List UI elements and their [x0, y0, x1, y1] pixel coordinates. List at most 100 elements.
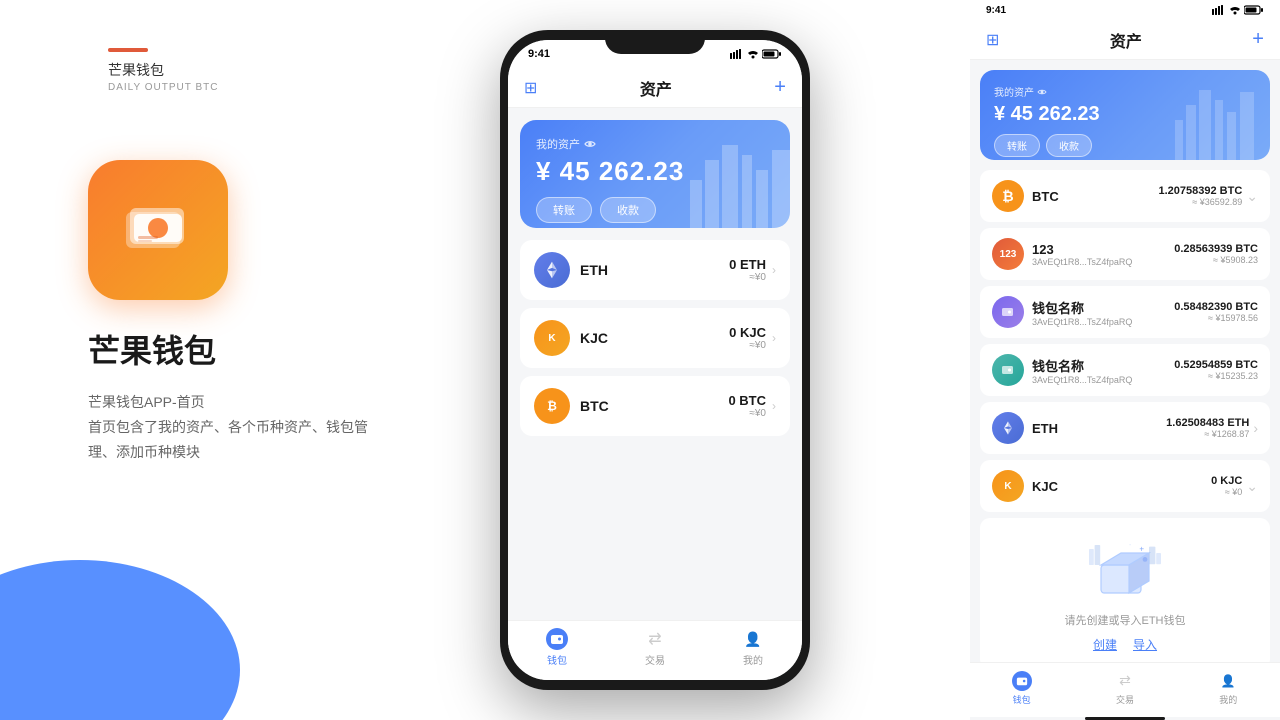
- blue-decoration: [0, 560, 240, 720]
- right-status-time: 9:41: [986, 5, 1006, 16]
- right-kjc-approx: ≈ ¥0: [1211, 487, 1242, 497]
- right-kjc-amount: 0 KJC: [1211, 475, 1242, 487]
- left-panel: 芒果钱包 DAILY OUTPUT BTC 芒果钱包 芒果钱包APP-首页 首页…: [0, 0, 540, 720]
- nav-transaction-label: 交易: [645, 652, 665, 667]
- kjc-icon: K: [534, 320, 570, 356]
- app-desc-line1: 芒果钱包APP-首页: [88, 390, 368, 415]
- status-icons: [730, 49, 782, 59]
- right-transfer-button[interactable]: 转账: [994, 134, 1040, 157]
- import-wallet-link[interactable]: 导入: [1133, 636, 1157, 653]
- right-wallet-nav-icon: [1012, 671, 1032, 691]
- svg-text:·: ·: [1129, 542, 1131, 549]
- nav-item-profile[interactable]: 👤 我的: [742, 628, 764, 667]
- brand-title: 芒果钱包: [108, 60, 164, 80]
- kjc-approx: ≈¥0: [729, 340, 766, 351]
- coin-item-eth[interactable]: ETH 0 ETH ≈¥0 ›: [520, 240, 790, 300]
- right-btc-amount: 1.20758392 BTC: [1158, 185, 1242, 197]
- add-icon[interactable]: +: [774, 76, 786, 99]
- transaction-nav-icon: ⇄: [644, 628, 666, 650]
- right-btc-icon: ₿: [992, 180, 1024, 212]
- right-eth-chevron-icon: ›: [1253, 420, 1258, 436]
- right-coin-item-btc[interactable]: ₿ BTC 1.20758392 BTC ≈ ¥36592.89 ⌄: [980, 170, 1270, 222]
- right-wallet1-name: 钱包名称: [1032, 298, 1132, 317]
- app-icon-graphic: [118, 190, 198, 270]
- btc-amount: 0 BTC: [728, 393, 766, 408]
- right-123-amount: 0.28563939 BTC: [1174, 243, 1258, 255]
- app-desc-line3: 理、添加币种模块: [88, 440, 368, 465]
- brand-sub: DAILY OUTPUT BTC: [108, 82, 218, 93]
- nav-item-wallet[interactable]: 钱包: [546, 628, 568, 667]
- nav-item-transactions[interactable]: ⇄ 交易: [644, 628, 666, 667]
- right-receive-button[interactable]: 收款: [1046, 134, 1092, 157]
- receive-button[interactable]: 收款: [600, 197, 656, 223]
- asset-card: 我的资产 ¥ 45 262.23 转账 收款: [520, 120, 790, 228]
- right-profile-nav-icon: 👤: [1218, 671, 1238, 691]
- right-kjc-name: KJC: [1032, 479, 1058, 494]
- btc-arrow-icon: ›: [772, 399, 776, 413]
- status-time: 9:41: [528, 48, 550, 60]
- eth-placeholder-text: 请先创建或导入ETH钱包: [1065, 612, 1186, 628]
- kjc-name: KJC: [580, 330, 608, 346]
- grid-icon[interactable]: ⊞: [524, 78, 537, 98]
- right-panel: 9:41 ⊞ 资产 + 我的资产 ¥ 45 262.23 转账 收款: [970, 0, 1280, 720]
- phone-screen: 9:41 ⊞ 资产 + 我的资产 ¥ 45 262.23: [508, 40, 802, 680]
- right-btc-name: BTC: [1032, 189, 1059, 204]
- eth-icon: [534, 252, 570, 288]
- right-eth-icon: [992, 412, 1024, 444]
- right-123-approx: ≈ ¥5908.23: [1174, 255, 1258, 265]
- right-123-name: 123: [1032, 242, 1132, 257]
- phone-header: ⊞ 资产 +: [508, 68, 802, 108]
- right-eth-approx: ≈ ¥1268.87: [1166, 429, 1249, 439]
- coin-item-kjc[interactable]: K KJC 0 KJC ≈¥0 ›: [520, 308, 790, 368]
- right-eth-name: ETH: [1032, 421, 1058, 436]
- right-coin-item-123[interactable]: 123 123 3AvEQt1R8...TsZ4fpaRQ 0.28563939…: [980, 228, 1270, 280]
- create-wallet-link[interactable]: 创建: [1093, 636, 1117, 653]
- right-wallet2-name: 钱包名称: [1032, 356, 1132, 375]
- nav-profile-label: 我的: [743, 652, 763, 667]
- right-transaction-nav-icon: ⇄: [1115, 671, 1135, 691]
- btc-icon: ₿: [534, 388, 570, 424]
- eth-placeholder-links: 创建 导入: [1093, 636, 1157, 653]
- right-wallet1-amount: 0.58482390 BTC: [1174, 301, 1258, 313]
- right-nav-item-profile[interactable]: 👤 我的: [1218, 671, 1238, 706]
- right-coin-item-wallet1[interactable]: 钱包名称 3AvEQt1R8...TsZ4fpaRQ 0.58482390 BT…: [980, 286, 1270, 338]
- right-wallet1-addr: 3AvEQt1R8...TsZ4fpaRQ: [1032, 317, 1132, 327]
- eth-arrow-icon: ›: [772, 263, 776, 277]
- app-desc-line2: 首页包含了我的资产、各个币种资产、钱包管: [88, 415, 368, 440]
- right-coin-item-kjc[interactable]: K KJC 0 KJC ≈ ¥0 ⌄: [980, 460, 1270, 512]
- right-grid-icon[interactable]: ⊞: [986, 30, 999, 50]
- kjc-arrow-icon: ›: [772, 331, 776, 345]
- phone-header-title: 资产: [640, 76, 672, 100]
- right-bottom-nav: 钱包 ⇄ 交易 👤 我的: [970, 662, 1280, 717]
- right-coin-item-wallet2[interactable]: 钱包名称 3AvEQt1R8...TsZ4fpaRQ 0.52954859 BT…: [980, 344, 1270, 396]
- app-name: 芒果钱包: [88, 326, 216, 372]
- right-wallet1-approx: ≈ ¥15978.56: [1174, 313, 1258, 323]
- right-kjc-icon: K: [992, 470, 1024, 502]
- right-nav-item-wallet[interactable]: 钱包: [1012, 671, 1032, 706]
- app-description: 芒果钱包APP-首页 首页包含了我的资产、各个币种资产、钱包管 理、添加币种模块: [88, 390, 368, 466]
- right-status-icons: [1212, 5, 1264, 15]
- right-wallet2-addr: 3AvEQt1R8...TsZ4fpaRQ: [1032, 375, 1132, 385]
- right-add-icon[interactable]: +: [1252, 28, 1264, 51]
- phone-bottom-nav: 钱包 ⇄ 交易 👤 我的: [508, 620, 802, 680]
- right-nav-transaction-label: 交易: [1116, 693, 1134, 706]
- profile-nav-icon: 👤: [742, 628, 764, 650]
- right-btc-chevron-icon: ⌄: [1246, 188, 1258, 205]
- right-nav-item-transactions[interactable]: ⇄ 交易: [1115, 671, 1135, 706]
- right-wallet1-icon: [992, 296, 1024, 328]
- phone-mockup: 9:41 ⊞ 资产 + 我的资产 ¥ 45 262.23: [500, 30, 810, 690]
- right-nav-wallet-label: 钱包: [1013, 693, 1031, 706]
- right-coin-item-eth[interactable]: ETH 1.62508483 ETH ≈ ¥1268.87 ›: [980, 402, 1270, 454]
- coin-item-btc[interactable]: ₿ BTC 0 BTC ≈¥0 ›: [520, 376, 790, 436]
- red-accent-decoration: [108, 48, 148, 52]
- eth-approx: ≈¥0: [729, 272, 766, 283]
- right-header: ⊞ 资产 +: [970, 20, 1280, 60]
- nav-wallet-label: 钱包: [547, 652, 567, 667]
- right-nav-profile-label: 我的: [1219, 693, 1237, 706]
- right-asset-card: 我的资产 ¥ 45 262.23 转账 收款: [980, 70, 1270, 160]
- right-eth-amount: 1.62508483 ETH: [1166, 417, 1249, 429]
- svg-text:+: +: [1139, 544, 1144, 553]
- right-123-icon: 123: [992, 238, 1024, 270]
- transfer-button[interactable]: 转账: [536, 197, 592, 223]
- right-123-addr: 3AvEQt1R8...TsZ4fpaRQ: [1032, 257, 1132, 267]
